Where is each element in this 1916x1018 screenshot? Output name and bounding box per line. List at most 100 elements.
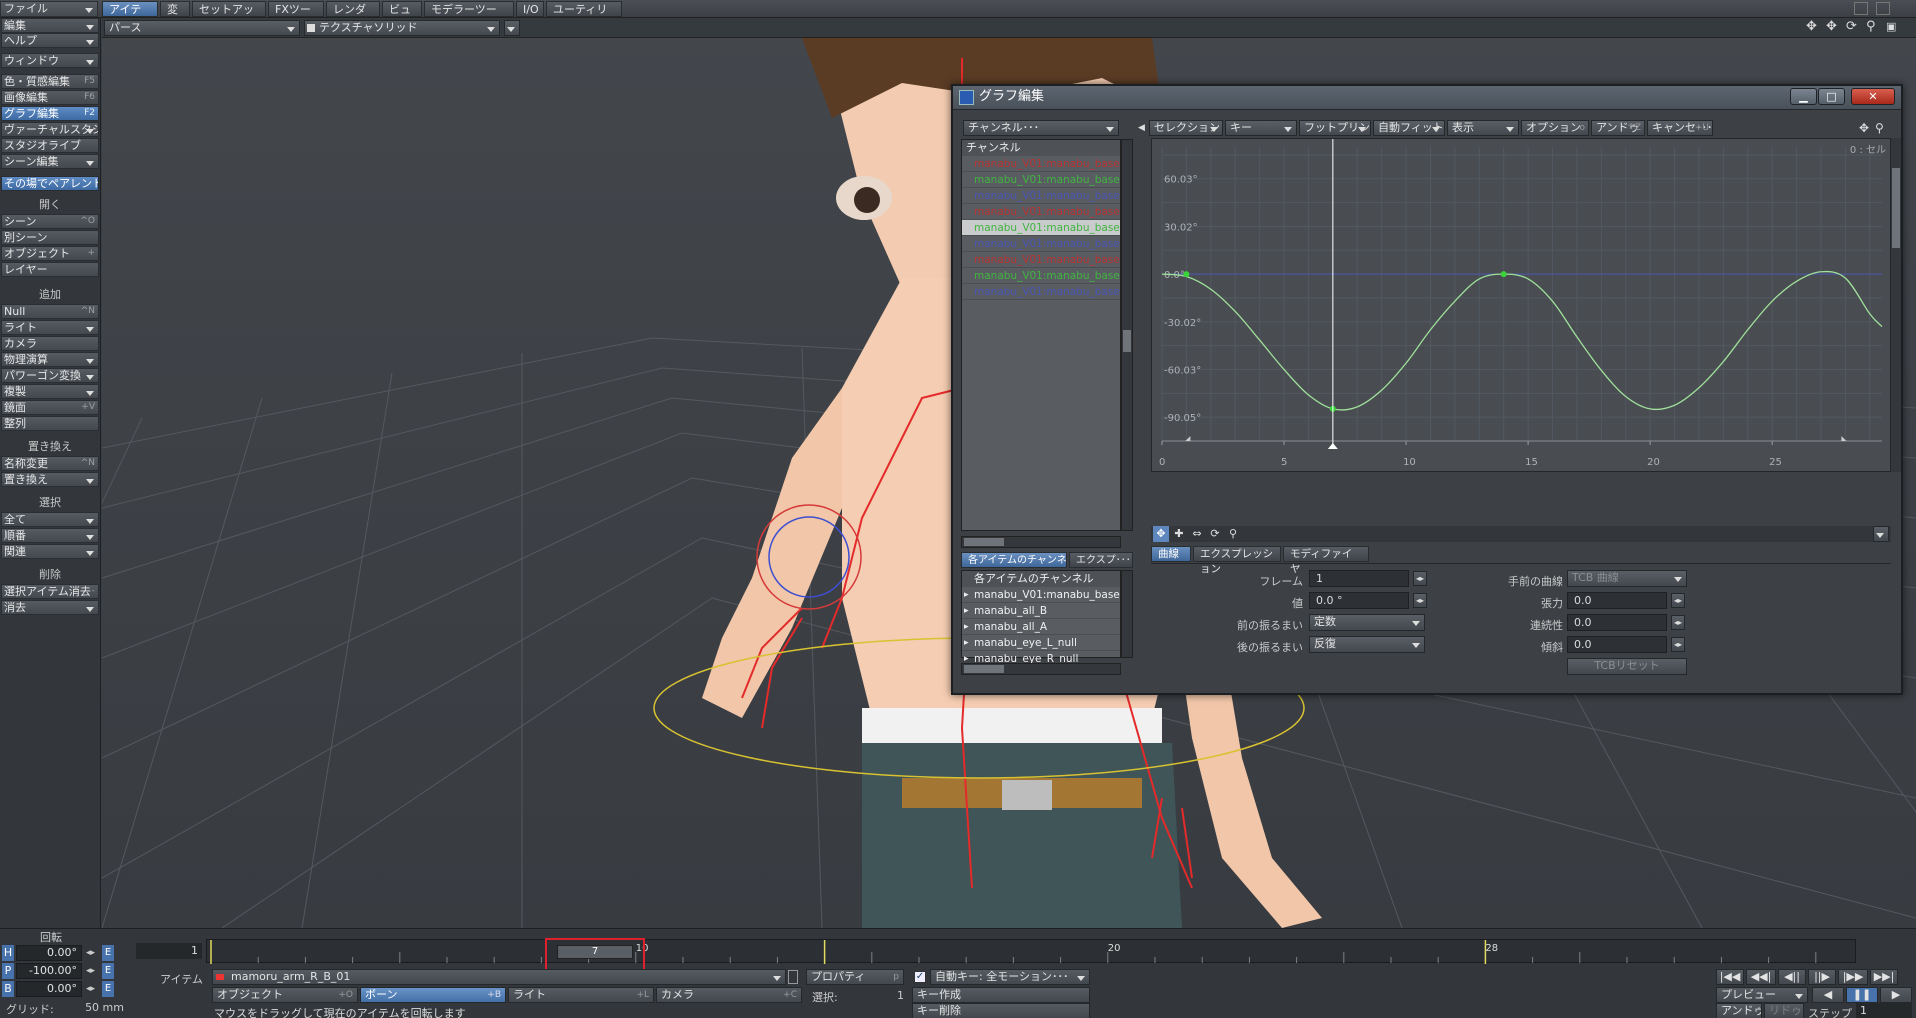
redo-button[interactable]: リドゥ <box>1764 1003 1804 1018</box>
tab-8[interactable]: ユーティリティ <box>546 1 622 31</box>
graph-zoom-icon[interactable]: ⚲ <box>1875 121 1889 135</box>
item-tab-1[interactable]: エクスプ･･･ <box>1069 552 1133 568</box>
channel-item[interactable]: manabu_V01:manabu_base.ma <box>962 236 1120 252</box>
filter-1-button[interactable]: ボーン +B <box>360 987 506 1003</box>
edit-menu[interactable]: 編集 <box>1 18 99 33</box>
post-behavior-dropdown[interactable]: 反復 <box>1309 636 1425 653</box>
channel-item[interactable]: manabu_V01:manabu_base.ma <box>962 268 1120 284</box>
tab-0[interactable]: アイテム <box>102 1 158 31</box>
channel-item[interactable]: manabu_V01:manabu_base.ma <box>962 284 1120 300</box>
tension-stepper[interactable]: ◂▸ <box>1671 593 1685 608</box>
parent-in-place-button[interactable]: その場でペアレント <box>1 176 99 191</box>
tab-3[interactable]: FXツール <box>268 1 324 31</box>
channel-hscroll-thumb[interactable] <box>964 538 1004 546</box>
channel-list[interactable]: チャンネル manabu_V01:manabu_base.mamanabu_V0… <box>961 139 1121 531</box>
select-all-menu[interactable]: 全て <box>1 512 99 527</box>
channel-dropdown[interactable]: チャンネル･･･ <box>963 120 1119 136</box>
item-list-item[interactable]: ▸ manabu_V01:manabu_base <box>962 587 1120 603</box>
frame-stepper[interactable]: ◂▸ <box>1413 571 1427 586</box>
add-camera-button[interactable]: カメラ <box>1 336 99 351</box>
frame-field[interactable]: 1 <box>1309 570 1409 587</box>
stretch-tool-icon[interactable]: ⇔ <box>1189 526 1205 542</box>
select-related-menu[interactable]: 関連 <box>1 544 99 559</box>
incoming-curve-dropdown[interactable]: TCB 曲線 <box>1567 570 1687 587</box>
graph-auto-fit-button[interactable]: 自動フィット <box>1373 120 1445 136</box>
move-key-tool-icon[interactable]: ✥ <box>1153 526 1169 542</box>
prev-key-button[interactable]: ◀◀| <box>1746 969 1776 985</box>
current-frame-marker-icon[interactable] <box>1327 443 1338 449</box>
auto-key-checkbox[interactable]: ✓ <box>914 971 926 983</box>
graph-vscroll[interactable] <box>1891 138 1901 472</box>
timeline[interactable]: 1102028 7 <box>206 938 1856 972</box>
channel-item[interactable]: manabu_V01:manabu_base.ma <box>962 252 1120 268</box>
item-hscroll[interactable] <box>961 663 1121 675</box>
scene-editor-menu[interactable]: シーン編集 <box>1 154 99 169</box>
graph-area[interactable]: 60.03° 30.02° 0.0° -30.02° -60.03° -90.05° 0 5 1… <box>1151 138 1891 472</box>
tension-field[interactable]: 0.0 <box>1567 592 1667 609</box>
physics-menu[interactable]: 物理演算 <box>1 352 99 367</box>
tab-5[interactable]: ビュー <box>382 1 422 31</box>
select-order-menu[interactable]: 順番 <box>1 528 99 543</box>
item-channel-list[interactable]: 各アイテムのチャンネル ▸ manabu_V01:manabu_base ▸ mana… <box>961 570 1121 667</box>
bias-field[interactable]: 0.0 <box>1567 636 1667 653</box>
view-mode-dropdown[interactable]: パース <box>104 20 300 36</box>
move-view-alt-icon[interactable]: ✥ <box>1826 20 1840 34</box>
channel-item[interactable]: manabu_V01:manabu_base.ma <box>962 188 1120 204</box>
viewport-options-dropdown[interactable] <box>504 20 520 36</box>
add-light-menu[interactable]: ライト <box>1 320 99 335</box>
continuity-field[interactable]: 0.0 <box>1567 614 1667 631</box>
item-list-item[interactable]: ▸ manabu_all_B <box>962 603 1120 619</box>
graph-key-button[interactable]: キー <box>1225 120 1297 136</box>
value-stepper[interactable]: ◂▸ <box>1413 593 1427 608</box>
minimize-button[interactable]: ▁ <box>1790 88 1817 105</box>
curve-series[interactable] <box>1161 270 1883 411</box>
filter-0-button[interactable]: オブジェクト +O <box>212 987 358 1003</box>
rotate-view-icon[interactable]: ⟳ <box>1846 20 1860 34</box>
shading-mode-dropdown[interactable]: テクスチャソリッド <box>304 20 500 36</box>
filter-2-button[interactable]: ライト +L <box>508 987 654 1003</box>
add-null-button[interactable]: Null ^N <box>1 304 99 319</box>
graph-options-button[interactable]: オプション o <box>1521 120 1589 136</box>
current-item-dropdown[interactable]: mamoru_arm_R_B_01 <box>212 969 786 985</box>
item-tab-0[interactable]: 各アイテムのチャンネル <box>961 552 1067 568</box>
graph-footprint-button[interactable]: フットプリント <box>1299 120 1371 136</box>
file-menu[interactable]: ファイル <box>0 1 98 17</box>
expand-arrow-icon[interactable]: ▸ <box>964 587 969 602</box>
clone-menu[interactable]: 複製 <box>1 384 99 399</box>
bias-stepper[interactable]: ◂▸ <box>1671 637 1685 652</box>
mirror-button[interactable]: 鏡面 +V <box>1 400 99 415</box>
virtual-studio-menu[interactable]: ヴァーチャルスタジオ <box>1 122 99 137</box>
zoom-tool-icon[interactable]: ⚲ <box>1225 526 1241 542</box>
first-frame-button[interactable]: |◀◀ <box>1716 969 1744 985</box>
replace-menu[interactable]: 置き換え <box>1 472 99 487</box>
curve-tab-1[interactable]: エクスプレッション <box>1193 546 1281 575</box>
graph-vscroll-thumb[interactable] <box>1892 168 1900 248</box>
b-stepper-icon[interactable]: ◂▸ <box>86 981 100 997</box>
filter-3-button[interactable]: カメラ +C <box>656 987 802 1003</box>
studio-live-button[interactable]: スタジオライブ <box>1 138 99 153</box>
curve-tab-2[interactable]: モディファイヤ <box>1283 546 1369 575</box>
clear-menu[interactable]: 消去 <box>1 600 99 615</box>
close-button[interactable]: ✕ <box>1851 88 1895 105</box>
help-menu[interactable]: ヘルプ <box>1 33 99 48</box>
channel-item[interactable]: manabu_V01:manabu_base.ma <box>962 204 1120 220</box>
b-envelope-button[interactable]: E <box>102 981 114 997</box>
curve-tab-0[interactable]: 曲線 <box>1151 546 1191 562</box>
tab-4[interactable]: レンダー <box>326 1 380 31</box>
prev-frame-button[interactable]: ◀|| <box>1778 969 1806 985</box>
h-stepper-icon[interactable]: ◂▸ <box>86 945 100 961</box>
p-envelope-button[interactable]: E <box>102 963 114 979</box>
image-editor-button[interactable]: 画像編集 F6 <box>1 90 99 105</box>
p-rotation-field[interactable]: -100.00° <box>16 963 82 979</box>
preview-dropdown[interactable]: プレビュー <box>1716 987 1808 1003</box>
p-stepper-icon[interactable]: ◂▸ <box>86 963 100 979</box>
continuity-stepper[interactable]: ◂▸ <box>1671 615 1685 630</box>
roll-tool-icon[interactable]: ⟳ <box>1207 526 1223 542</box>
graph-tool-dropdown[interactable] <box>1873 526 1889 542</box>
graph-canvas[interactable]: 60.03°30.02°0.0°-30.02°-60.03°-90.05°0 5 1… <box>1152 139 1892 473</box>
polygon-convert-menu[interactable]: パワーゴン変換 <box>1 368 99 383</box>
graph-editor-titlebar[interactable]: グラフ編集 ▁ □ ✕ <box>953 86 1901 110</box>
tcb-reset-button[interactable]: TCBリセット <box>1567 658 1687 675</box>
channel-item[interactable]: manabu_V01:manabu_base.ma <box>962 172 1120 188</box>
zoom-view-icon[interactable]: ⚲ <box>1866 20 1880 34</box>
